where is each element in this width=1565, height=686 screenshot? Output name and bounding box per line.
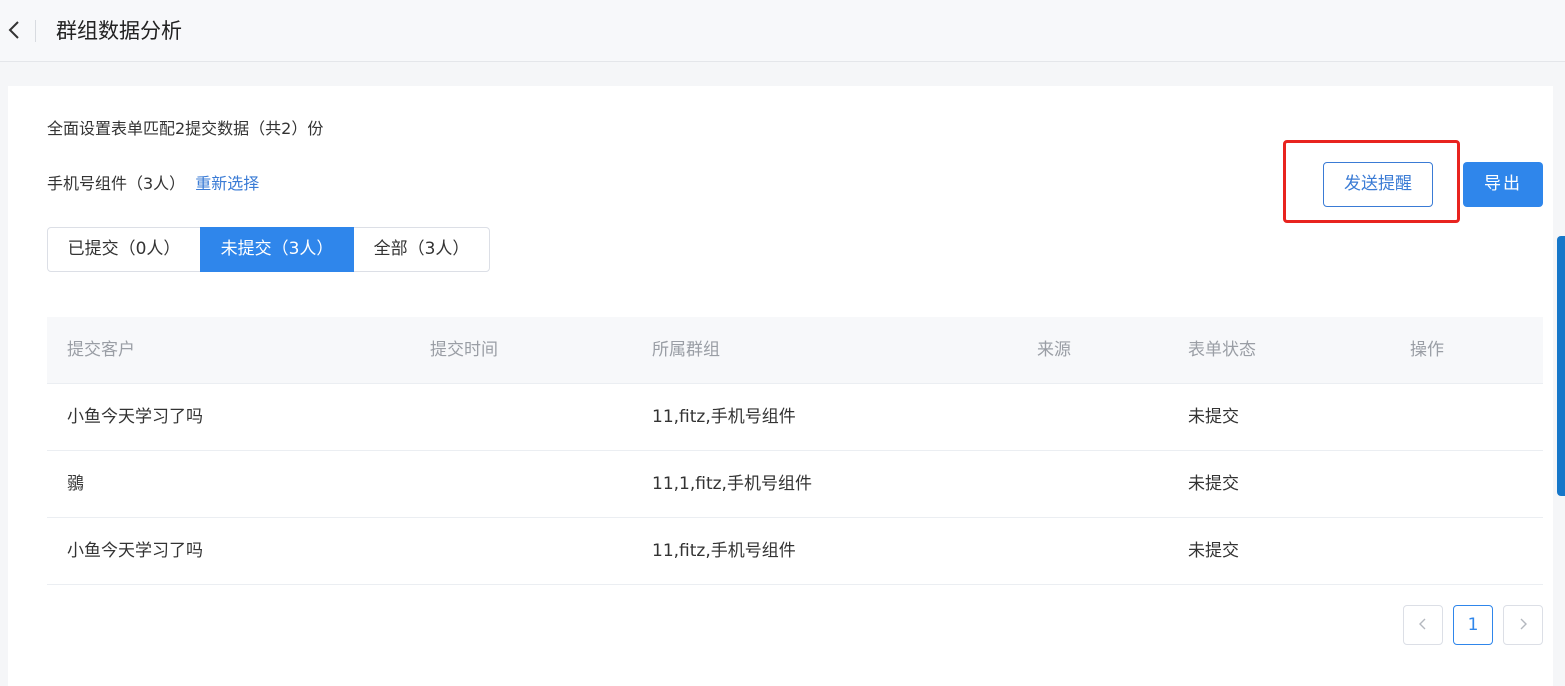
table-row: 小鱼今天学习了吗 11,fitz,手机号组件 未提交 xyxy=(47,384,1543,451)
cell-customer: 鶸 xyxy=(67,474,84,494)
submission-table: 提交客户 提交时间 所属群组 来源 表单状态 操作 小鱼今天学习了吗 11,fi… xyxy=(47,317,1543,585)
title-divider xyxy=(35,20,36,42)
table-row: 鶸 11,1,fitz,手机号组件 未提交 xyxy=(47,451,1543,518)
component-label: 手机号组件（3人） xyxy=(47,174,186,193)
scrollbar-thumb[interactable] xyxy=(1557,236,1565,496)
send-reminder-button[interactable]: 发送提醒 xyxy=(1323,162,1433,207)
column-header-status: 表单状态 xyxy=(1188,340,1256,360)
cell-status: 未提交 xyxy=(1188,541,1239,561)
component-line: 手机号组件（3人） 重新选择 xyxy=(47,173,259,195)
cell-group: 11,fitz,手机号组件 xyxy=(652,541,796,561)
next-page-button[interactable] xyxy=(1503,605,1543,645)
summary-text: 全面设置表单匹配2提交数据（共2）份 xyxy=(47,119,324,138)
table-header: 提交客户 提交时间 所属群组 来源 表单状态 操作 xyxy=(47,317,1543,384)
status-tabs: 已提交（0人） 未提交（3人） 全部（3人） xyxy=(47,227,490,272)
page-title: 群组数据分析 xyxy=(56,19,182,43)
cell-status: 未提交 xyxy=(1188,407,1239,427)
page-number-button[interactable]: 1 xyxy=(1453,605,1493,645)
top-bar: 群组数据分析 xyxy=(0,0,1565,62)
tab-all[interactable]: 全部（3人） xyxy=(353,227,490,272)
table-row: 小鱼今天学习了吗 11,fitz,手机号组件 未提交 xyxy=(47,518,1543,585)
pagination: 1 xyxy=(1403,605,1543,645)
column-header-action: 操作 xyxy=(1410,340,1444,360)
chevron-right-icon xyxy=(1520,618,1527,629)
tab-submitted[interactable]: 已提交（0人） xyxy=(47,227,201,272)
chevron-left-icon xyxy=(8,21,19,39)
reselect-link[interactable]: 重新选择 xyxy=(195,174,259,193)
tab-not-submitted[interactable]: 未提交（3人） xyxy=(200,227,354,272)
cell-group: 11,1,fitz,手机号组件 xyxy=(652,474,812,494)
back-button[interactable] xyxy=(4,16,24,44)
chevron-left-icon xyxy=(1419,618,1426,629)
cell-customer: 小鱼今天学习了吗 xyxy=(67,541,203,561)
column-header-time: 提交时间 xyxy=(430,340,498,360)
content-card: 全面设置表单匹配2提交数据（共2）份 手机号组件（3人） 重新选择 发送提醒 导出… xyxy=(8,86,1553,686)
prev-page-button[interactable] xyxy=(1403,605,1443,645)
export-button[interactable]: 导出 xyxy=(1463,162,1543,207)
cell-status: 未提交 xyxy=(1188,474,1239,494)
column-header-source: 来源 xyxy=(1037,340,1071,360)
cell-group: 11,fitz,手机号组件 xyxy=(652,407,796,427)
column-header-customer: 提交客户 xyxy=(67,340,135,360)
column-header-group: 所属群组 xyxy=(652,340,720,360)
cell-customer: 小鱼今天学习了吗 xyxy=(67,407,203,427)
